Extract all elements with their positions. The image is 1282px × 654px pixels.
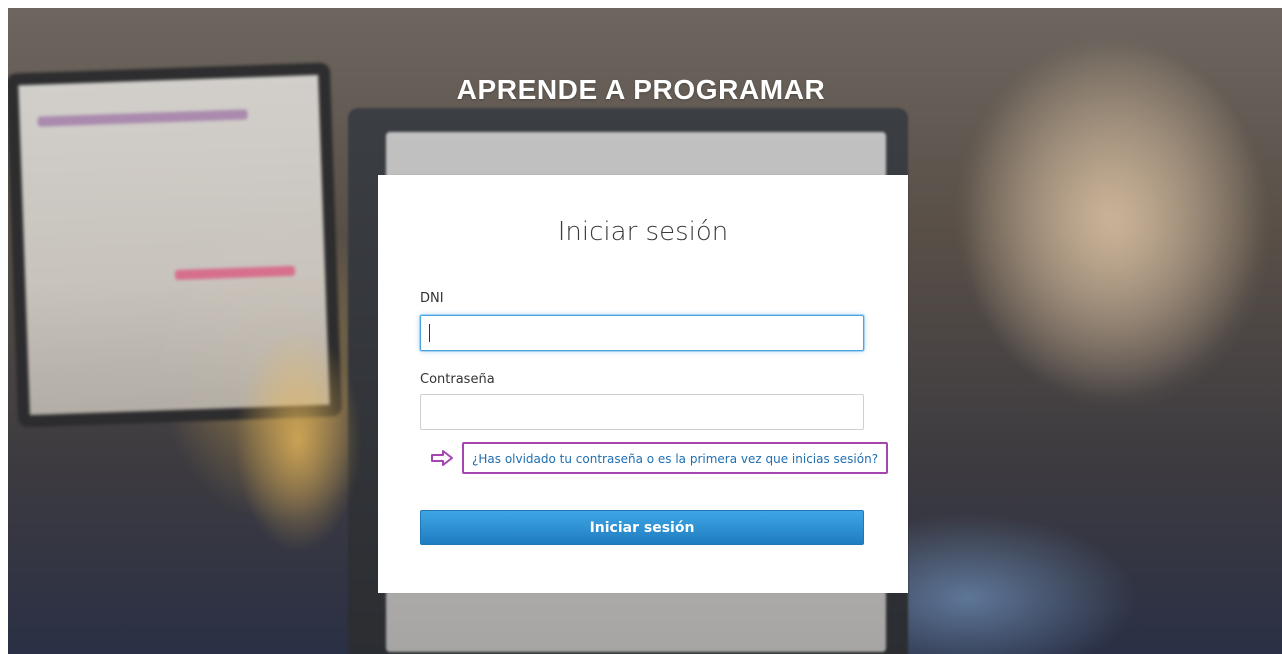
text-caret — [429, 324, 430, 342]
dni-label: DNI — [420, 291, 444, 306]
password-label: Contraseña — [420, 372, 495, 387]
forgot-password-link[interactable]: ¿Has olvidado tu contraseña o es la prim… — [462, 442, 889, 474]
login-card: Iniciar sesión DNI Contraseña ¿Has olvid… — [378, 175, 908, 593]
arrow-right-icon — [430, 449, 454, 467]
forgot-password-row: ¿Has olvidado tu contraseña o es la prim… — [430, 442, 889, 474]
login-title: Iniciar sesión — [557, 217, 729, 247]
background-person — [208, 278, 388, 638]
dni-input[interactable] — [420, 315, 864, 351]
brand-title: APRENDE A PROGRAMAR — [456, 74, 826, 105]
password-input[interactable] — [420, 394, 864, 430]
submit-login-button[interactable]: Iniciar sesión — [420, 510, 864, 545]
